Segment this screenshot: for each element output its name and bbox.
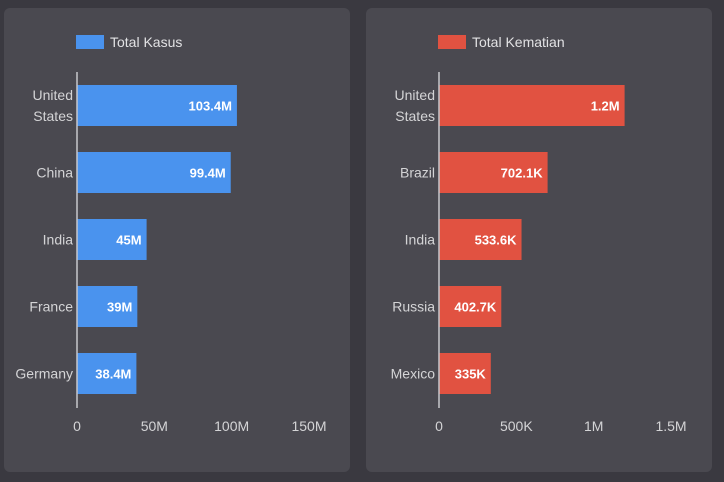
deaths-bar-chart: 1.2M United States 702.1K Brazil 533.6K India 4…: [391, 72, 687, 434]
cases-bar-value-label: 99.4M: [190, 166, 226, 181]
deaths-bar-value-label: 402.7K: [454, 300, 497, 315]
deaths-category-label: States: [395, 108, 435, 124]
cases-x-tick-label: 50M: [141, 418, 168, 434]
cases-bar-value-label: 45M: [116, 233, 141, 248]
deaths-x-tick-label: 500K: [500, 418, 533, 434]
deaths-category-label: Russia: [392, 299, 435, 315]
cases-category-label: France: [29, 299, 73, 315]
cases-bar-value-label: 39M: [107, 300, 132, 315]
cases-x-tick-label: 150M: [291, 418, 326, 434]
cases-x-tick-label: 100M: [214, 418, 249, 434]
cases-category-label: States: [33, 108, 73, 124]
deaths-x-tick-label: 0: [435, 418, 443, 434]
deaths-x-tick-label: 1.5M: [655, 418, 686, 434]
cases-chart-panel: Total Kasus 103.4M United States 99.4M China…: [4, 8, 350, 472]
cases-bar-value-label: 38.4M: [95, 367, 131, 382]
cases-x-tick-label: 0: [73, 418, 81, 434]
deaths-bar-value-label: 335K: [455, 367, 487, 382]
deaths-chart-panel: Total Kematian 1.2M United States 702.1K Bra…: [366, 8, 712, 472]
deaths-category-label: Brazil: [400, 165, 435, 181]
cases-bar-chart: 103.4M United States 99.4M China 45M India 39M F…: [15, 72, 327, 434]
cases-bar-value-label: 103.4M: [189, 99, 232, 114]
deaths-category-label: Mexico: [391, 366, 436, 382]
deaths-category-label: India: [405, 232, 436, 248]
deaths-bar-value-label: 533.6K: [475, 233, 518, 248]
cases-category-label: Germany: [15, 366, 73, 382]
deaths-x-tick-label: 1M: [584, 418, 603, 434]
cases-category-label: United: [33, 87, 73, 103]
deaths-bar-value-label: 702.1K: [501, 166, 544, 181]
cases-category-label: India: [43, 232, 74, 248]
deaths-bar-value-label: 1.2M: [591, 99, 620, 114]
deaths-category-label: United: [395, 87, 435, 103]
cases-category-label: China: [36, 165, 73, 181]
